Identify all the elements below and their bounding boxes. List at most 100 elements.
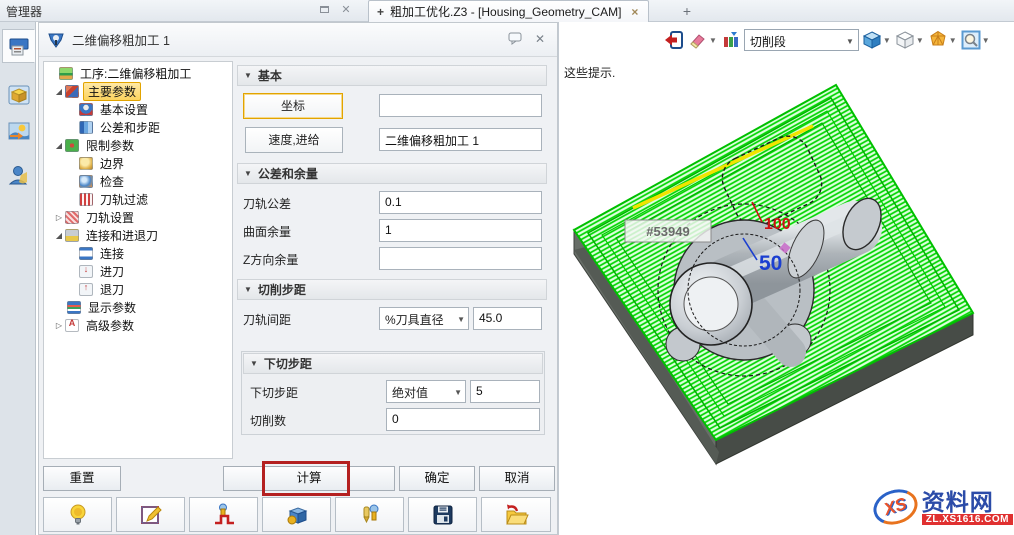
path-tolerance-label: 刀轨公差: [243, 197, 292, 211]
section-stepdown[interactable]: ▼ 下切步距: [243, 353, 543, 374]
process-icon: [59, 66, 73, 80]
watermark-logo: XS: [868, 483, 922, 531]
stepdown-mode-dropdown[interactable]: 绝对值 ▼: [386, 380, 466, 403]
expanded-icon[interactable]: ◢: [54, 141, 64, 150]
sidebar-user-button[interactable]: [2, 158, 35, 192]
parameter-tree: 工序:二维偏移粗加工 ◢ 主要参数 基本设置 公差和步距 ◢ 限制参数 边界 检查 …: [43, 61, 233, 459]
z-stock-label: Z方向余量: [243, 253, 299, 267]
left-sidebar: [0, 22, 36, 535]
section-basic[interactable]: ▼ 基本: [237, 65, 547, 86]
ok-button[interactable]: 确定: [399, 466, 475, 491]
user-icon: [8, 166, 27, 185]
cam-features-button[interactable]: [262, 497, 331, 532]
save-operation-button[interactable]: [408, 497, 477, 532]
tree-item-lead-in[interactable]: 进刀: [44, 262, 232, 280]
tree-item-limit-params[interactable]: ◢ 限制参数: [44, 136, 232, 154]
sidebar-render-button[interactable]: [2, 114, 35, 148]
chevron-down-icon: ▼: [454, 388, 462, 397]
panel-close-icon[interactable]: ✕: [338, 3, 354, 18]
calculate-button[interactable]: 计算: [223, 466, 395, 491]
coordinates-value-input[interactable]: [379, 94, 542, 117]
tab-title: 粗加工优化.Z3 - [Housing_Geometry_CAM]: [390, 5, 622, 19]
tips-button[interactable]: [43, 497, 112, 532]
new-tab-button[interactable]: +: [676, 2, 698, 21]
toolpath-filter-icon: [79, 192, 93, 206]
link-icon: [79, 246, 93, 260]
watermark-site-url: ZL.XS1616.COM: [921, 513, 1013, 525]
collapsed-icon[interactable]: ▷: [54, 321, 64, 330]
tree-item-advanced-params[interactable]: ▷高级参数: [44, 316, 232, 334]
machining-scene[interactable]: #53949 100 50: [559, 22, 1014, 535]
expanded-icon[interactable]: ◢: [54, 87, 64, 96]
tab-close-icon[interactable]: ×: [631, 5, 638, 19]
surface-stock-input[interactable]: 1: [379, 219, 542, 242]
graphics-viewport[interactable]: ▼ 切削段 ▼ ▼ ▼ ▼ ▼ 这些提示. #53949 100 50 XS 资…: [558, 22, 1014, 535]
tree-item-main-params[interactable]: ◢ 主要参数: [44, 81, 232, 101]
operation-icon: [48, 33, 64, 48]
tree-item-link-lead[interactable]: ◢ 连接和进退刀: [44, 226, 232, 244]
coordinates-button[interactable]: 坐标: [243, 93, 343, 119]
expanded-icon[interactable]: ◢: [54, 231, 64, 240]
tools-pair-icon: [362, 504, 378, 523]
tree-item-basic-settings[interactable]: 基本设置: [44, 100, 232, 118]
lightbulb-icon: [70, 504, 85, 524]
cut-count-input[interactable]: 0: [386, 408, 540, 431]
tree-item-lead-out[interactable]: 退刀: [44, 280, 232, 298]
stepover-mode-dropdown[interactable]: %刀具直径 ▼: [379, 307, 469, 330]
dialog-close-icon[interactable]: ✕: [531, 32, 549, 48]
link-lead-icon: [65, 228, 79, 242]
dimension-50-label: 50: [759, 252, 782, 275]
dialog-title: 二维偏移粗加工 1: [72, 34, 170, 48]
stepdown-value-input[interactable]: 5: [470, 380, 540, 403]
tree-item-boundary[interactable]: 边界: [44, 154, 232, 172]
cut-count-label: 切削数: [250, 414, 287, 428]
edit-note-icon: [140, 505, 162, 524]
tolerance-step-icon: [79, 120, 93, 134]
stepover-label: 刀轨间距: [243, 313, 292, 327]
lead-out-icon: [79, 282, 93, 296]
main-params-icon: [65, 84, 79, 98]
collapse-triangle-icon: ▼: [244, 285, 252, 294]
dialog-header[interactable]: 二维偏移粗加工 1 ✕: [39, 23, 557, 57]
stepover-value-input[interactable]: 45.0: [473, 307, 542, 330]
tab-modified-icon: +: [377, 4, 385, 19]
operation-dialog: 二维偏移粗加工 1 ✕ 工序:二维偏移粗加工 ◢ 主要参数 基本设置 公差和步距 …: [38, 22, 558, 535]
tree-item-link[interactable]: 连接: [44, 244, 232, 262]
collapsed-icon[interactable]: ▷: [54, 213, 64, 222]
collapse-triangle-icon: ▼: [244, 169, 252, 178]
chevron-down-icon: ▼: [457, 315, 465, 324]
operation-name-input[interactable]: 二维偏移粗加工 1: [379, 128, 542, 151]
basic-settings-icon: [79, 102, 93, 116]
z-stock-input[interactable]: [379, 247, 542, 270]
tree-item-toolpath-filter[interactable]: 刀轨过滤: [44, 190, 232, 208]
document-tab[interactable]: + 粗加工优化.Z3 - [Housing_Geometry_CAM] ×: [368, 0, 650, 22]
section-tolerance[interactable]: ▼ 公差和余量: [237, 163, 547, 184]
cancel-button[interactable]: 取消: [479, 466, 555, 491]
load-operation-button[interactable]: [481, 497, 551, 532]
collapse-triangle-icon: ▼: [250, 359, 258, 368]
comment-bubble-icon[interactable]: [506, 32, 524, 48]
sidebar-solid-model-button[interactable]: [2, 78, 35, 112]
watermark: XS 资料网 ZL.XS1616.COM: [868, 482, 1013, 532]
toolpath-editor-button[interactable]: [189, 497, 258, 532]
limit-params-icon: [65, 138, 79, 152]
tree-item-display-params[interactable]: 显示参数: [44, 298, 232, 316]
tree-item-check[interactable]: 检查: [44, 172, 232, 190]
open-folder-icon: [506, 504, 529, 524]
dimension-100-label: 100: [764, 216, 791, 233]
sidebar-cam-manager-button[interactable]: [2, 29, 35, 63]
tree-item-process[interactable]: 工序:二维偏移粗加工: [44, 64, 232, 82]
section-stepover[interactable]: ▼ 切削步距: [237, 279, 547, 300]
advanced-params-icon: [65, 318, 79, 332]
reset-button[interactable]: 重置: [43, 466, 121, 491]
path-tolerance-input[interactable]: 0.1: [379, 191, 542, 214]
tree-item-tolerance-step[interactable]: 公差和步距: [44, 118, 232, 136]
surface-stock-label: 曲面余量: [243, 225, 292, 239]
cam-blocks-icon: [287, 506, 307, 524]
tree-item-toolpath-settings[interactable]: ▷ 刀轨设置: [44, 208, 232, 226]
speed-feed-button[interactable]: 速度,进给: [245, 127, 343, 153]
panel-restore-icon[interactable]: [316, 3, 332, 18]
stepdown-label: 下切步距: [250, 386, 299, 400]
edit-operation-button[interactable]: [116, 497, 185, 532]
tool-manager-button[interactable]: [335, 497, 404, 532]
